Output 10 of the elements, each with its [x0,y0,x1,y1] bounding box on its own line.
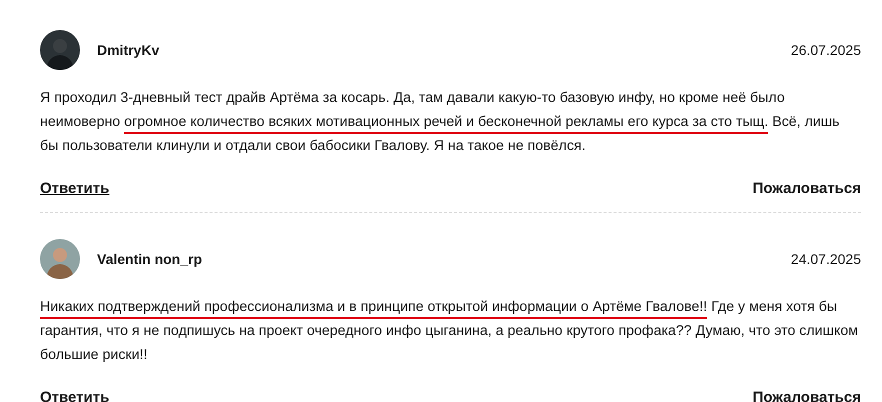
comment-text: Я проходил 3-дневный тест драйв Артёма за косарь. Да, там давали какую-то базовую инфу, но кроме неё было неимоверно огромное количество всяких мотивационных речей и бесконечной рекламы его курса за сто тыщ. Всё, лишь бы пользователи клинули и отдали свои бабосики Гвалову. Я на такое не повёлся. [40,89,841,156]
reply-link[interactable]: Ответить [40,180,110,197]
report-link[interactable]: Пожаловаться [752,389,861,402]
reply-link[interactable]: Ответить [40,389,110,402]
report-link[interactable]: Пожаловаться [752,180,861,197]
comment-text: Никаких подтверждений профессионализма и в принципе открытой информации о Артёме Гвалове!! Где у меня хотя бы гарантия, что я не подпишусь на проект очередного инфо цыганина, а реально крутого профака?? Думаю, что это слишком большие риски!! [40,298,859,365]
author-name: Valentin non_rp [97,251,202,267]
comment-date: 24.07.2025 [790,251,861,267]
comment-date: 26.07.2025 [790,42,861,58]
author-name: DmitryKv [97,42,160,58]
